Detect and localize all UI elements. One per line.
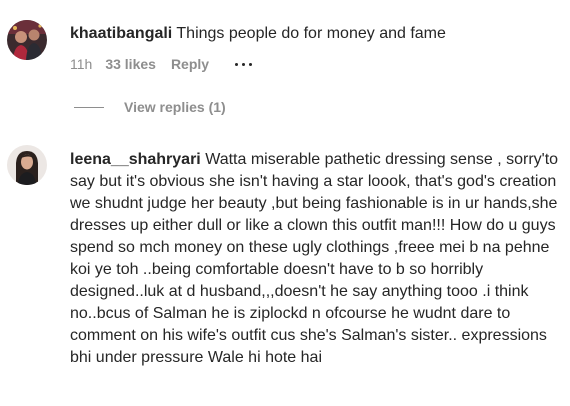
view-replies-label: View replies (1) xyxy=(124,99,226,115)
reply-button[interactable]: Reply xyxy=(171,56,209,72)
comment-body: khaatibangali Things people do for money… xyxy=(70,23,550,45)
profile-photo xyxy=(7,20,47,60)
profile-photo xyxy=(7,145,47,185)
likes-count[interactable]: 33 likes xyxy=(105,56,156,72)
avatar[interactable] xyxy=(7,20,47,60)
comment-text: Things people do for money and fame xyxy=(176,25,446,42)
comment-username[interactable]: leena__shahryari xyxy=(70,151,201,168)
comment-time[interactable]: 11h xyxy=(70,56,92,72)
comment-username[interactable]: khaatibangali xyxy=(70,25,172,42)
comment-body: leena__shahryari Watta miserable patheti… xyxy=(70,149,560,369)
avatar[interactable] xyxy=(7,145,47,185)
comment-text: Watta miserable pathetic dressing sense … xyxy=(70,151,559,366)
view-replies-button[interactable]: View replies (1) xyxy=(74,99,226,115)
more-options-icon[interactable] xyxy=(235,62,253,66)
comment-meta: 11h 33 likes Reply xyxy=(70,56,253,72)
replies-divider xyxy=(74,106,104,108)
